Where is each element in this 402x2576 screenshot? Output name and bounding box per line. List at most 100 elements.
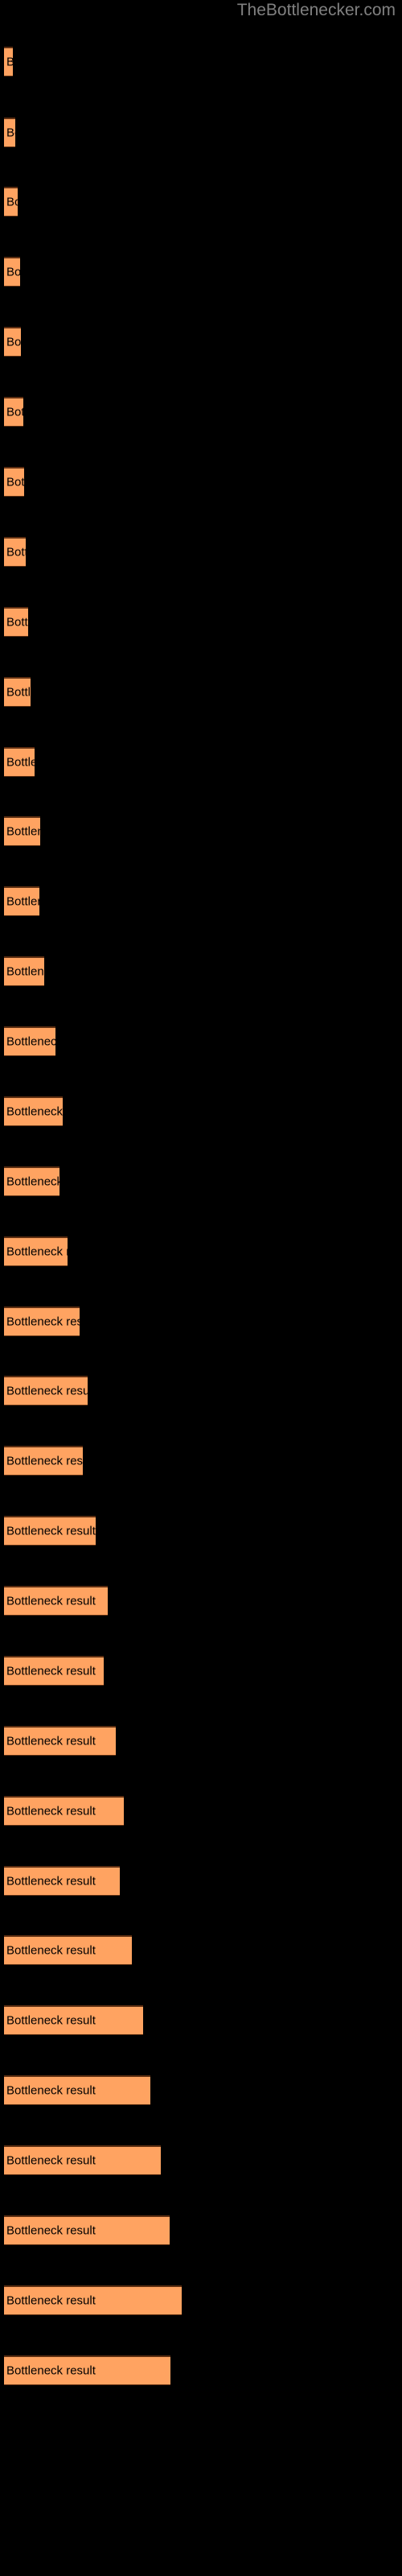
bar-group: Bottleneck result: [4, 257, 20, 287]
bar[interactable]: Bottleneck result: [4, 47, 13, 76]
bar[interactable]: Bottleneck result: [4, 886, 39, 916]
bar[interactable]: Bottleneck result: [4, 2285, 182, 2315]
bar-label: Bottleneck result: [6, 1315, 80, 1329]
bar-group: Bottleneck result: [4, 816, 40, 846]
bar-group: Bottleneck result: [4, 118, 15, 147]
bar-label: Bottleneck result: [6, 1734, 96, 1748]
bar-label: Bottleneck result: [6, 824, 40, 839]
bar-group: Bottleneck result: [4, 2145, 161, 2175]
bar-group: Bottleneck result: [4, 2075, 150, 2105]
bottleneck-bar-chart: TheBottlenecker.com Bottleneck resultBot…: [0, 0, 402, 2576]
bar[interactable]: Bottleneck result: [4, 467, 24, 497]
bar-label: Bottleneck result: [6, 265, 20, 279]
bar-group: Bottleneck result: [4, 397, 23, 427]
bar[interactable]: Bottleneck result: [4, 1586, 108, 1616]
bar-group: Bottleneck result: [4, 1376, 88, 1406]
bar-label: Bottleneck result: [6, 1943, 96, 1958]
bar-label: Bottleneck result: [6, 2083, 96, 2098]
bar-label: Bottleneck result: [6, 2013, 96, 2028]
bar-group: Bottleneck result: [4, 1096, 63, 1126]
bar-label: Bottleneck result: [6, 1034, 55, 1049]
bar-group: Bottleneck result: [4, 1516, 96, 1546]
bar[interactable]: Bottleneck result: [4, 187, 18, 217]
bar-group: Bottleneck result: [4, 1586, 108, 1616]
bar[interactable]: Bottleneck result: [4, 816, 40, 846]
bar-label: Bottleneck result: [6, 1104, 63, 1119]
bar-label: Bottleneck result: [6, 1384, 88, 1398]
bar-group: Bottleneck result: [4, 886, 39, 916]
bar[interactable]: Bottleneck result: [4, 2075, 150, 2105]
bar[interactable]: Bottleneck result: [4, 1726, 116, 1756]
bar-label: Bottleneck result: [6, 2223, 96, 2238]
bar[interactable]: Bottleneck result: [4, 118, 15, 147]
bar-group: Bottleneck result: [4, 47, 13, 76]
bar-label: Bottleneck result: [6, 545, 26, 559]
bar-label: Bottleneck result: [6, 2153, 96, 2168]
bar-group: Bottleneck result: [4, 2005, 143, 2035]
bar-label: Bottleneck result: [6, 755, 35, 770]
bar-label: Bottleneck result: [6, 1664, 96, 1678]
bar[interactable]: Bottleneck result: [4, 607, 28, 637]
bar[interactable]: Bottleneck result: [4, 1236, 68, 1266]
bar-group: Bottleneck result: [4, 1236, 68, 1266]
bar-group: Bottleneck result: [4, 2285, 182, 2315]
bar[interactable]: Bottleneck result: [4, 1866, 120, 1896]
bar-group: Bottleneck result: [4, 1166, 59, 1196]
bar-label: Bottleneck result: [6, 1594, 96, 1608]
bar-group: Bottleneck result: [4, 1726, 116, 1756]
bar-label: Bottleneck result: [6, 1874, 96, 1889]
bar-label: Bottleneck result: [6, 405, 23, 419]
bar-group: Bottleneck result: [4, 467, 24, 497]
bar[interactable]: Bottleneck result: [4, 747, 35, 777]
bar[interactable]: Bottleneck result: [4, 397, 23, 427]
bar[interactable]: Bottleneck result: [4, 1307, 80, 1336]
bar[interactable]: Bottleneck result: [4, 1026, 55, 1056]
bar-label: Bottleneck result: [6, 2363, 96, 2378]
bar-label: Bottleneck result: [6, 894, 39, 909]
bar-group: Bottleneck result: [4, 537, 26, 567]
bar[interactable]: Bottleneck result: [4, 1935, 132, 1965]
bar-label: Bottleneck result: [6, 685, 31, 700]
bar[interactable]: Bottleneck result: [4, 1796, 124, 1826]
bar-group: Bottleneck result: [4, 1026, 55, 1056]
bar-group: Bottleneck result: [4, 1796, 124, 1826]
bar[interactable]: Bottleneck result: [4, 1656, 104, 1686]
bar-group: Bottleneck result: [4, 677, 31, 707]
bar-label: Bottleneck result: [6, 1804, 96, 1818]
bar-group: Bottleneck result: [4, 956, 44, 986]
bar-label: Bottleneck result: [6, 475, 24, 489]
bar-group: Bottleneck result: [4, 1935, 132, 1965]
bar[interactable]: Bottleneck result: [4, 257, 20, 287]
bar-label: Bottleneck result: [6, 126, 15, 140]
bar-group: Bottleneck result: [4, 747, 35, 777]
bar-group: Bottleneck result: [4, 1446, 83, 1476]
bar-group: Bottleneck result: [4, 2215, 170, 2245]
bar-group: Bottleneck result: [4, 1307, 80, 1336]
bar[interactable]: Bottleneck result: [4, 1376, 88, 1406]
bar[interactable]: Bottleneck result: [4, 1096, 63, 1126]
plot-area: Bottleneck result Bottleneck result Bottle…: [0, 0, 402, 2576]
bar[interactable]: Bottleneck result: [4, 1516, 96, 1546]
bar-label: Bottleneck result: [6, 56, 13, 69]
bar-group: Bottleneck result: [4, 607, 28, 637]
bar-label: Bottleneck result: [6, 1454, 83, 1468]
bar[interactable]: Bottleneck result: [4, 2215, 170, 2245]
bar-label: Bottleneck result: [6, 1245, 68, 1259]
bar[interactable]: Bottleneck result: [4, 2355, 170, 2385]
bar[interactable]: Bottleneck result: [4, 677, 31, 707]
bar-label: Bottleneck result: [6, 1174, 59, 1189]
bar-label: Bottleneck result: [6, 195, 18, 209]
bar[interactable]: Bottleneck result: [4, 537, 26, 567]
bar-group: Bottleneck result: [4, 1866, 120, 1896]
bar-label: Bottleneck result: [6, 615, 28, 630]
bar[interactable]: Bottleneck result: [4, 1166, 59, 1196]
bar[interactable]: Bottleneck result: [4, 327, 21, 357]
bar[interactable]: Bottleneck result: [4, 956, 44, 986]
bar-group: Bottleneck result: [4, 327, 21, 357]
bar-label: Bottleneck result: [6, 2293, 96, 2308]
bar[interactable]: Bottleneck result: [4, 2145, 161, 2175]
bar-group: Bottleneck result: [4, 1656, 104, 1686]
bar[interactable]: Bottleneck result: [4, 1446, 83, 1476]
bar-group: Bottleneck result: [4, 187, 18, 217]
bar[interactable]: Bottleneck result: [4, 2005, 143, 2035]
